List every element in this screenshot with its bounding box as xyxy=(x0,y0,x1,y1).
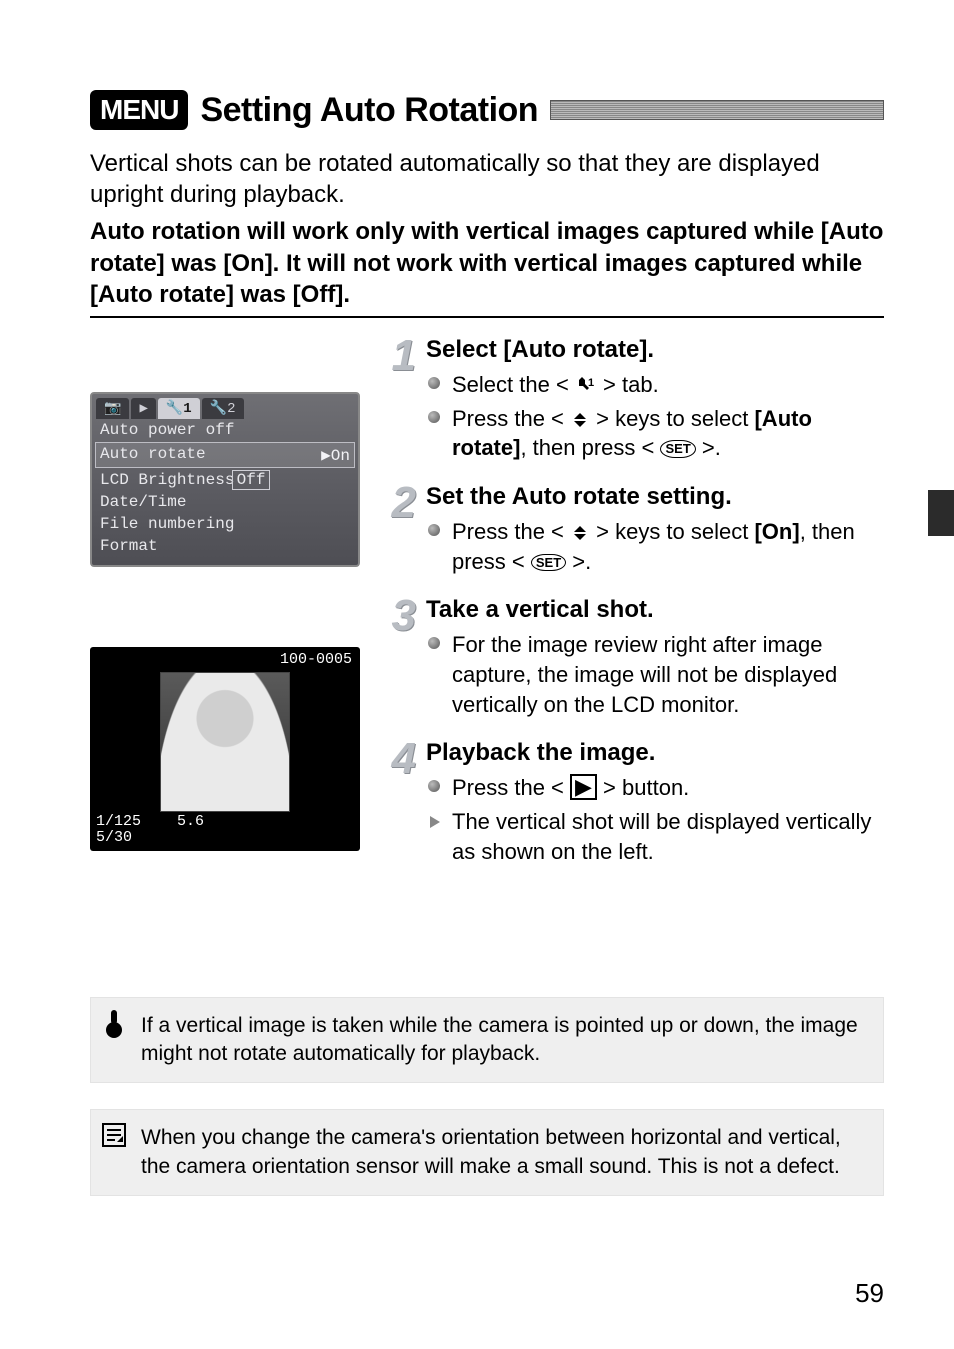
text: > tab. xyxy=(597,372,659,397)
text: Press the < xyxy=(452,519,570,544)
warning-icon xyxy=(99,1008,129,1046)
playback-shutter: 1/125 xyxy=(96,813,141,830)
text: , then press < xyxy=(520,435,660,460)
wrench-1-icon: 1 xyxy=(575,376,597,394)
menu-item-lcd-brightness: LCD Brightness Off xyxy=(92,469,358,491)
text: > keys to select xyxy=(590,406,754,431)
menu-item-value: ▶On xyxy=(321,445,350,465)
step-number: 3 xyxy=(380,596,416,723)
menu-tabs: 📷 ▶ 🔧1 🔧2 xyxy=(92,394,358,419)
playback-folder-file: 100-0005 xyxy=(94,651,356,668)
steps-column: 1 Select [Auto rotate]. Select the < 1 >… xyxy=(380,336,884,887)
menu-item-label: LCD Brightness xyxy=(100,471,218,489)
step-2: 2 Set the Auto rotate setting. Press the… xyxy=(380,483,884,580)
tab-shoot-icon: 📷 xyxy=(96,398,129,419)
title-decoration-bar xyxy=(550,100,884,120)
text: Select the < xyxy=(452,372,575,397)
tab-setup1-icon: 🔧1 xyxy=(158,398,200,419)
step-heading: Set the Auto rotate setting. xyxy=(426,483,884,511)
tab-play-icon: ▶ xyxy=(131,398,155,419)
two-column-layout: 📷 ▶ 🔧1 🔧2 Auto power off Auto rotate ▶On… xyxy=(90,336,884,887)
section-divider xyxy=(90,316,884,318)
intro-p1: Vertical shots can be rotated automatica… xyxy=(90,148,884,210)
camera-lcd-menu: 📷 ▶ 🔧1 🔧2 Auto power off Auto rotate ▶On… xyxy=(90,392,360,567)
text: Press the < xyxy=(452,775,570,800)
note-text: When you change the camera's orientation… xyxy=(141,1126,841,1177)
page-title-row: MENU Setting Auto Rotation xyxy=(90,90,884,130)
set-button-icon: SET xyxy=(660,440,695,458)
step-bullet: Press the < ▶ > button. xyxy=(426,773,884,803)
intro-p2: Auto rotation will work only with vertic… xyxy=(90,216,884,310)
camera-lcd-playback: 100-0005 1/125 5.6 5/30 xyxy=(90,647,360,851)
step-result: The vertical shot will be displayed vert… xyxy=(426,807,884,866)
up-down-keys-icon xyxy=(570,412,590,428)
step-number: 1 xyxy=(380,336,416,467)
page-title: Setting Auto Rotation xyxy=(200,91,538,130)
illustration-column: 📷 ▶ 🔧1 🔧2 Auto power off Auto rotate ▶On… xyxy=(90,336,360,887)
set-button-icon: SET xyxy=(531,554,566,572)
info-note: When you change the camera's orientation… xyxy=(90,1109,884,1196)
playback-aperture: 5.6 xyxy=(177,813,204,830)
menu-badge: MENU xyxy=(90,90,188,130)
text-bold: [On] xyxy=(754,519,799,544)
menu-item-auto-power-off: Auto power off xyxy=(92,419,358,441)
svg-text:1: 1 xyxy=(588,377,594,389)
step-heading: Take a vertical shot. xyxy=(426,596,884,624)
text: > button. xyxy=(597,775,689,800)
note-icon xyxy=(99,1120,129,1158)
step-heading: Select [Auto rotate]. xyxy=(426,336,884,364)
manual-page: MENU Setting Auto Rotation Vertical shot… xyxy=(0,0,954,1349)
step-bullet: Press the < > keys to select [Auto rotat… xyxy=(426,404,884,463)
portrait-photo-placeholder xyxy=(160,672,290,812)
menu-item-date-time: Date/Time xyxy=(92,491,358,513)
step-number: 2 xyxy=(380,483,416,580)
intro-text: Vertical shots can be rotated automatica… xyxy=(90,148,884,310)
step-bullet: Select the < 1 > tab. xyxy=(426,370,884,400)
step-4: 4 Playback the image. Press the < ▶ > bu… xyxy=(380,739,884,870)
menu-item-value: Off xyxy=(232,470,271,490)
note-text: If a vertical image is taken while the c… xyxy=(141,1014,858,1065)
text: > keys to select xyxy=(590,519,754,544)
up-down-keys-icon xyxy=(570,525,590,541)
step-number: 4 xyxy=(380,739,416,870)
step-bullet: Press the < > keys to select [On], then … xyxy=(426,517,884,576)
menu-item-auto-rotate: Auto rotate ▶On xyxy=(96,443,354,467)
step-1: 1 Select [Auto rotate]. Select the < 1 >… xyxy=(380,336,884,467)
menu-item-label: Auto rotate xyxy=(100,445,218,465)
playback-index: 5/30 xyxy=(96,829,132,846)
text: Press the < xyxy=(452,406,570,431)
step-bullet: For the image review right after image c… xyxy=(426,630,884,719)
step-heading: Playback the image. xyxy=(426,739,884,767)
text: >. xyxy=(566,549,591,574)
menu-item-file-numbering: File numbering xyxy=(92,513,358,535)
tab-setup2-icon: 🔧2 xyxy=(202,398,244,419)
page-number: 59 xyxy=(855,1278,884,1309)
step-3: 3 Take a vertical shot. For the image re… xyxy=(380,596,884,723)
text: >. xyxy=(696,435,721,460)
thumb-index-tab xyxy=(928,490,954,536)
warning-note: If a vertical image is taken while the c… xyxy=(90,997,884,1084)
menu-item-format: Format xyxy=(92,535,358,557)
playback-button-icon: ▶ xyxy=(570,774,597,800)
